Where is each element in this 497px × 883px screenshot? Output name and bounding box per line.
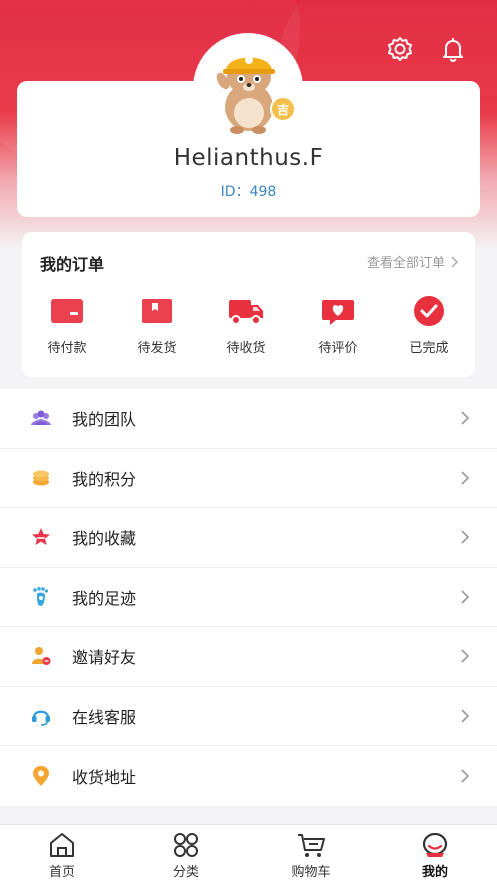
menu-list: 我的团队 我的积分 我的收藏 我的足迹 邀请好友 在线客服 收货地址: [0, 389, 497, 806]
chevron-right-icon: [461, 769, 470, 783]
avatar[interactable]: [193, 33, 303, 143]
order-label: 待收货: [226, 341, 266, 356]
profile-icon: [420, 831, 450, 859]
orders-card: 我的订单 查看全部订单 待付款 待发货 待收货 待评价 已完成: [22, 232, 475, 377]
bell-icon[interactable]: [439, 35, 467, 63]
menu-item-invite[interactable]: 邀请好友: [0, 627, 497, 687]
tab-home[interactable]: 首页: [22, 831, 102, 880]
order-label: 待付款: [47, 341, 87, 356]
star-icon: [30, 526, 52, 548]
invite-icon: [30, 645, 52, 667]
menu-item-label: 我的足迹: [72, 588, 137, 608]
chevron-right-icon: [461, 530, 470, 544]
tab-label: 我的: [421, 865, 448, 880]
menu-item-label: 邀请好友: [72, 648, 137, 668]
chevron-right-icon: [461, 590, 470, 604]
menu-item-label: 我的团队: [72, 410, 137, 430]
menu-item-favorites[interactable]: 我的收藏: [0, 508, 497, 568]
wallet-icon: [47, 294, 87, 328]
order-label: 待评价: [318, 341, 358, 356]
tab-cart[interactable]: 购物车: [271, 831, 351, 880]
settings-icon[interactable]: [386, 35, 414, 63]
orders-title: 我的订单: [40, 255, 105, 274]
order-pending-review[interactable]: 待评价: [303, 294, 373, 356]
tab-label: 首页: [48, 865, 75, 880]
order-completed[interactable]: 已完成: [394, 294, 464, 356]
menu-item-points[interactable]: 我的积分: [0, 449, 497, 508]
view-all-orders-label: 查看全部订单: [366, 256, 445, 271]
menu-item-label: 在线客服: [72, 707, 137, 727]
menu-item-footprints[interactable]: 我的足迹: [0, 568, 497, 627]
chevron-right-icon: [461, 411, 470, 425]
tab-label: 购物车: [291, 865, 331, 880]
chevron-right-icon: [461, 709, 470, 723]
truck-icon: [226, 294, 266, 328]
menu-item-support[interactable]: 在线客服: [0, 687, 497, 746]
headset-icon: [30, 705, 52, 727]
chevron-right-icon: [461, 649, 470, 663]
category-icon: [171, 831, 201, 859]
points-icon: [30, 467, 52, 489]
chevron-right-icon: [451, 255, 459, 268]
home-icon: [47, 831, 77, 859]
team-icon: [30, 407, 52, 429]
menu-item-label: 我的积分: [72, 469, 137, 489]
avatar-badge: 吉: [270, 96, 296, 122]
check-icon: [409, 294, 449, 328]
footprint-icon: [30, 586, 52, 608]
order-pending-shipment[interactable]: 待发货: [122, 294, 192, 356]
review-icon: [318, 294, 358, 328]
menu-item-label: 我的收藏: [72, 529, 137, 549]
chevron-right-icon: [461, 471, 470, 485]
view-all-orders-link[interactable]: 查看全部订单: [367, 252, 459, 271]
tab-label: 分类: [172, 865, 199, 880]
username: Helianthus.F: [173, 145, 324, 171]
cart-icon: [296, 831, 326, 859]
menu-item-team[interactable]: 我的团队: [0, 389, 497, 449]
package-icon: [137, 294, 177, 328]
order-pending-payment[interactable]: 待付款: [32, 294, 102, 356]
order-pending-receipt[interactable]: 待收货: [211, 294, 281, 356]
menu-item-label: 收货地址: [72, 767, 137, 787]
order-label: 待发货: [137, 341, 177, 356]
order-label: 已完成: [409, 341, 449, 356]
tab-category[interactable]: 分类: [146, 831, 226, 880]
user-id: ID：498: [220, 184, 277, 200]
tab-profile[interactable]: 我的: [395, 831, 475, 880]
bottom-tab-bar: 首页 分类 购物车 我的: [0, 824, 497, 883]
location-icon: [30, 765, 52, 787]
menu-item-address[interactable]: 收货地址: [0, 746, 497, 806]
